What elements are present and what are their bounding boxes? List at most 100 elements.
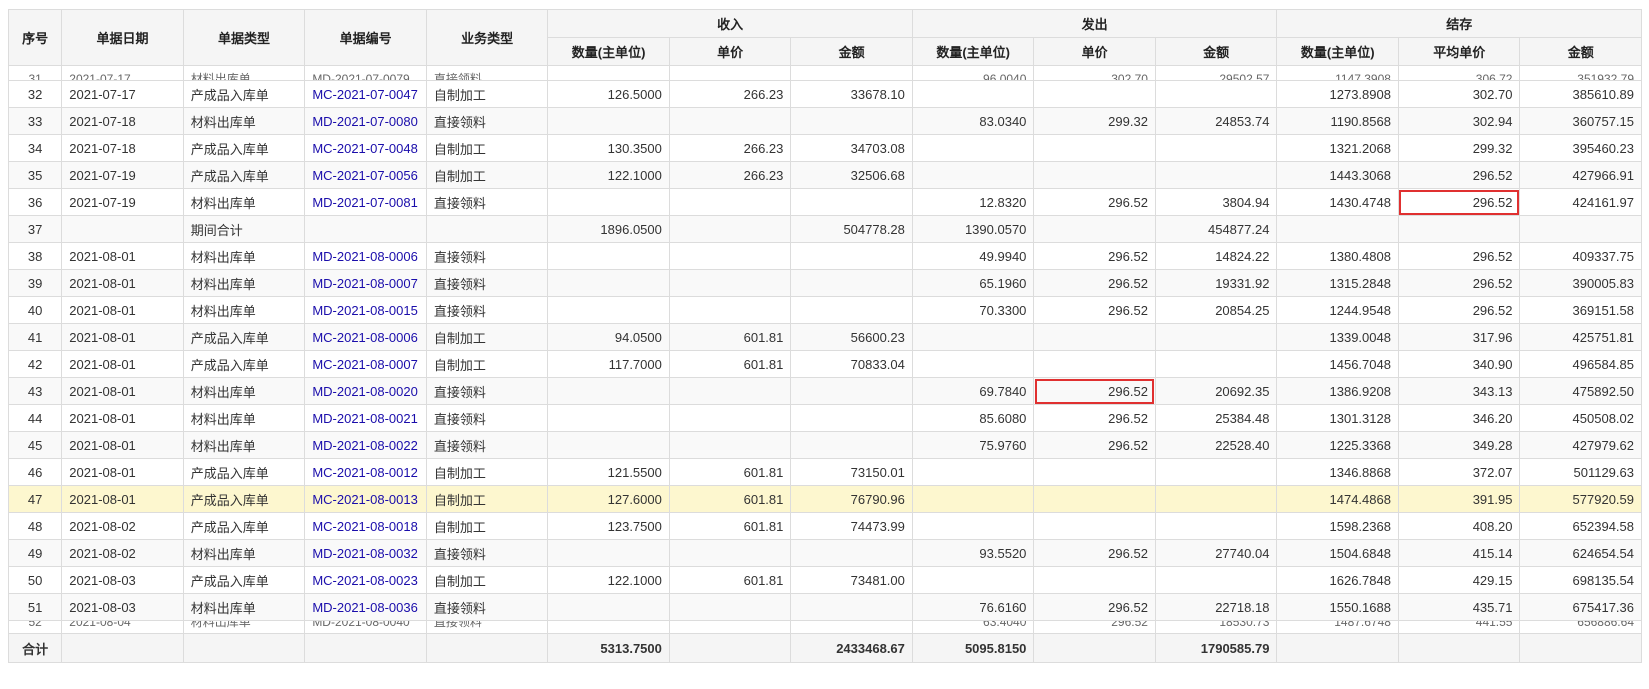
cell-doc-no[interactable]: MC-2021-08-0023	[304, 566, 427, 594]
table-row[interactable]: 44 2021-08-01 材料出库单 MD-2021-08-0021 直接领料 85.6…	[7, 404, 1642, 432]
col-header-doc-type[interactable]: 单据类型	[182, 9, 306, 66]
cell-doc-type: 产成品入库单	[182, 350, 306, 378]
col-header-in-qty[interactable]: 数量(主单位)	[547, 37, 670, 66]
total-label: 合计	[7, 633, 63, 663]
table-row-partial[interactable]: 52 2021-08-04 材料出库单 MD-2021-08-0040 直接领料 63.4…	[7, 620, 1642, 634]
cell-in-price	[668, 539, 792, 567]
table-row[interactable]: 50 2021-08-03 产成品入库单 MC-2021-08-0023 自制加工 122…	[7, 566, 1642, 594]
cell-bal-avg-price: 415.14	[1397, 539, 1521, 567]
cell-doc-no[interactable]: MC-2021-08-0018	[304, 512, 427, 540]
table-row[interactable]: 39 2021-08-01 材料出库单 MD-2021-08-0007 直接领料 65.1…	[7, 269, 1642, 297]
total-cell	[1276, 633, 1399, 663]
table-row[interactable]: 41 2021-08-01 产成品入库单 MC-2021-08-0006 自制加工 94.…	[7, 323, 1642, 351]
cell-out-amount: 25384.48	[1154, 404, 1278, 432]
cell-out-amount: 22528.40	[1154, 431, 1278, 459]
cell-out-amount: 20692.35	[1154, 377, 1278, 405]
cell-doc-no[interactable]: MD-2021-08-0006	[304, 242, 427, 270]
cell-doc-no[interactable]: MD-2021-08-0007	[304, 269, 427, 297]
cell-doc-no[interactable]	[304, 215, 427, 243]
cell-seq: 38	[7, 242, 63, 270]
cell-bal-qty: 1147.3908	[1276, 65, 1399, 81]
group-header-income: 收入	[547, 9, 913, 38]
cell-bal-avg-price: 296.52	[1397, 296, 1521, 324]
cell-out-price: 296.52	[1033, 377, 1156, 405]
cell-seq: 46	[7, 458, 63, 486]
table-row[interactable]: 36 2021-07-19 材料出库单 MD-2021-07-0081 直接领料 12.8…	[7, 188, 1642, 216]
cell-in-price	[668, 593, 792, 621]
col-header-out-price[interactable]: 单价	[1033, 37, 1156, 66]
table-row[interactable]: 35 2021-07-19 产成品入库单 MC-2021-07-0056 自制加工 122…	[7, 161, 1642, 189]
cell-seq: 34	[7, 134, 63, 162]
table-row[interactable]: 51 2021-08-03 材料出库单 MD-2021-08-0036 直接领料 76.6…	[7, 593, 1642, 621]
group-header-balance: 结存	[1276, 9, 1642, 38]
cell-bal-amount: 369151.58	[1519, 296, 1642, 324]
cell-doc-no[interactable]: MD-2021-07-0080	[304, 107, 427, 135]
cell-doc-no[interactable]: MC-2021-08-0006	[304, 323, 427, 351]
cell-doc-no[interactable]: MC-2021-08-0007	[304, 350, 427, 378]
cell-doc-no[interactable]: MC-2021-07-0048	[304, 134, 427, 162]
table-row[interactable]: 43 2021-08-01 材料出库单 MD-2021-08-0020 直接领料 69.7…	[7, 377, 1642, 405]
cell-doc-no[interactable]: MC-2021-07-0056	[304, 161, 427, 189]
cell-doc-no[interactable]: MC-2021-08-0012	[304, 458, 427, 486]
cell-bal-amount: 427966.91	[1519, 161, 1642, 189]
cell-doc-no[interactable]: MD-2021-08-0036	[304, 593, 427, 621]
table-row[interactable]: 47 2021-08-01 产成品入库单 MC-2021-08-0013 自制加工 127…	[7, 485, 1642, 513]
table-row[interactable]: 48 2021-08-02 产成品入库单 MC-2021-08-0018 自制加工 123…	[7, 512, 1642, 540]
total-cell	[668, 633, 792, 663]
table-row[interactable]: 38 2021-08-01 材料出库单 MD-2021-08-0006 直接领料 49.9…	[7, 242, 1642, 270]
col-header-date[interactable]: 单据日期	[61, 9, 184, 66]
cell-out-amount: 24853.74	[1154, 107, 1278, 135]
col-header-in-amount[interactable]: 金额	[790, 37, 913, 66]
cell-doc-no[interactable]: MC-2021-07-0047	[304, 80, 427, 108]
cell-out-amount	[1154, 80, 1278, 108]
col-header-biz-type[interactable]: 业务类型	[425, 9, 549, 66]
cell-doc-no[interactable]: MD-2021-08-0021	[304, 404, 427, 432]
cell-bal-qty: 1456.7048	[1276, 350, 1399, 378]
col-header-seq[interactable]: 序号	[7, 9, 63, 66]
cell-doc-no[interactable]: MD-2021-08-0040	[304, 620, 427, 634]
cell-date: 2021-08-01	[61, 323, 184, 351]
cell-biz-type: 自制加工	[425, 458, 549, 486]
col-header-bal-avg-price[interactable]: 平均单价	[1397, 37, 1521, 66]
table-row[interactable]: 37 期间合计 1896.0500 504778.28 1390.0570 454877.…	[7, 215, 1642, 243]
cell-in-qty	[547, 620, 670, 634]
col-header-out-qty[interactable]: 数量(主单位)	[911, 37, 1035, 66]
col-header-doc-no[interactable]: 单据编号	[304, 9, 427, 66]
table-row[interactable]: 45 2021-08-01 材料出库单 MD-2021-08-0022 直接领料 75.9…	[7, 431, 1642, 459]
cell-doc-no[interactable]: MD-2021-08-0020	[304, 377, 427, 405]
table-row[interactable]: 40 2021-08-01 材料出库单 MD-2021-08-0015 直接领料 70.3…	[7, 296, 1642, 324]
table-row[interactable]: 49 2021-08-02 材料出库单 MD-2021-08-0032 直接领料 93.5…	[7, 539, 1642, 567]
cell-bal-avg-price: 343.13	[1397, 377, 1521, 405]
cell-out-price	[1033, 566, 1156, 594]
table-row-partial[interactable]: 31 2021-07-17 材料出库单 MD-2021-07-0079 直接领料 96.0…	[7, 65, 1642, 81]
table-row[interactable]: 33 2021-07-18 材料出库单 MD-2021-07-0080 直接领料 83.0…	[7, 107, 1642, 135]
cell-out-price	[1033, 161, 1156, 189]
ledger-table-container: 序号 单据日期 单据类型 单据编号 业务类型 收入 发出 结存 数量(主单位) …	[7, 9, 1642, 663]
cell-out-qty: 1390.0570	[911, 215, 1035, 243]
cell-bal-amount: 652394.58	[1519, 512, 1642, 540]
cell-in-amount	[790, 296, 913, 324]
cell-date: 2021-08-01	[61, 269, 184, 297]
col-header-out-amount[interactable]: 金额	[1154, 37, 1278, 66]
table-row[interactable]: 42 2021-08-01 产成品入库单 MC-2021-08-0007 自制加工 117…	[7, 350, 1642, 378]
col-header-in-price[interactable]: 单价	[668, 37, 792, 66]
table-row[interactable]: 34 2021-07-18 产成品入库单 MC-2021-07-0048 自制加工 130…	[7, 134, 1642, 162]
col-header-bal-qty[interactable]: 数量(主单位)	[1276, 37, 1399, 66]
cell-doc-no[interactable]: MD-2021-08-0015	[304, 296, 427, 324]
cell-doc-no[interactable]: MD-2021-08-0022	[304, 431, 427, 459]
cell-doc-no[interactable]: MD-2021-08-0032	[304, 539, 427, 567]
total-cell	[304, 633, 427, 663]
table-row[interactable]: 46 2021-08-01 产成品入库单 MC-2021-08-0012 自制加工 121…	[7, 458, 1642, 486]
cell-doc-no[interactable]: MD-2021-07-0081	[304, 188, 427, 216]
cell-doc-no[interactable]: MC-2021-08-0013	[304, 485, 427, 513]
cell-out-amount	[1154, 161, 1278, 189]
cell-out-amount	[1154, 458, 1278, 486]
cell-doc-no[interactable]: MD-2021-07-0079	[304, 65, 427, 81]
cell-doc-type: 材料出库单	[182, 188, 306, 216]
cell-biz-type: 直接领料	[425, 593, 549, 621]
cell-date: 2021-07-19	[61, 161, 184, 189]
cell-out-price: 296.52	[1033, 620, 1156, 634]
table-row[interactable]: 32 2021-07-17 产成品入库单 MC-2021-07-0047 自制加工 126…	[7, 80, 1642, 108]
cell-seq: 36	[7, 188, 63, 216]
col-header-bal-amount[interactable]: 金额	[1519, 37, 1642, 66]
